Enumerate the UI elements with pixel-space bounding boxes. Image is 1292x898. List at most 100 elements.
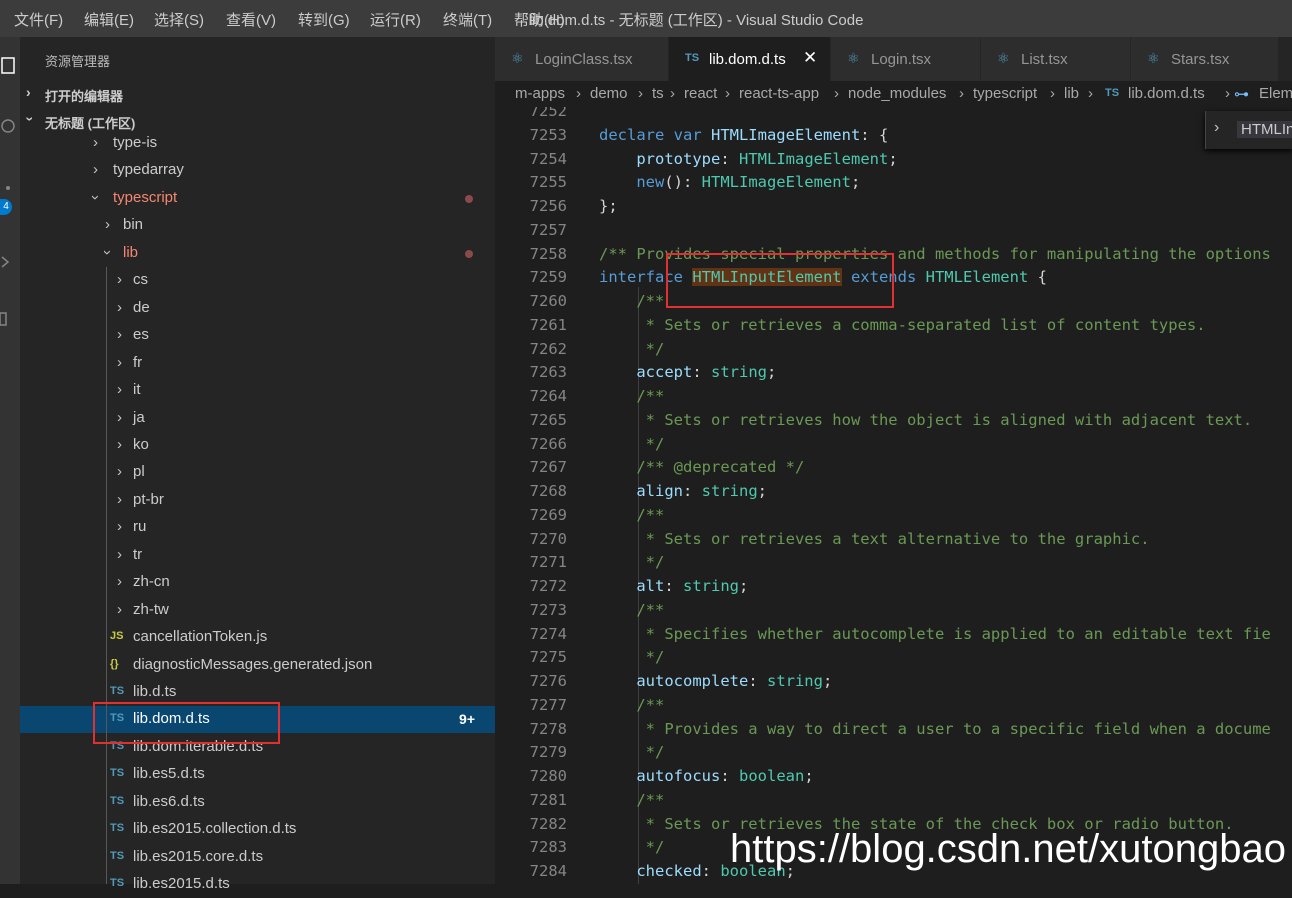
json-file-icon: {} [110,657,119,670]
tree-item[interactable]: › pl [20,459,495,486]
watermark: https://blog.csdn.net/xutongbao [730,827,1286,871]
tree-item[interactable]: › zh-cn [20,569,495,596]
code-line: 7254 prototype: HTMLImageElement; [495,147,1292,171]
code-token: * Sets or retrieves a text alternative t… [599,529,1150,548]
chevron-right-icon: › [725,85,730,102]
tab-label: List.tsx [1021,51,1068,68]
tab-list-tsx[interactable]: ⚛ List.tsx [981,37,1131,81]
tree-item[interactable]: › ru [20,514,495,541]
code-editor[interactable]: 7252 7253 declare var HTMLImageElement: { 7… [495,107,1292,884]
code-line: 7257 [495,218,1292,242]
code-token: */ [599,339,665,358]
tree-item[interactable]: JS cancellationToken.js [20,624,495,651]
code-token: /** [599,505,665,524]
chevron-right-icon: › [93,161,98,179]
code-token: */ [599,553,665,572]
tree-item[interactable]: › typescript [20,185,495,212]
breadcrumb-item[interactable]: react [684,85,717,102]
tab-lib-dom-d-ts[interactable]: TS lib.dom.d.ts ✕ [669,37,831,81]
code-text: /** [599,696,664,714]
tab-loginclass-tsx[interactable]: ⚛ LoginClass.tsx [495,37,669,81]
tab-stars-tsx[interactable]: ⚛ Stars.tsx [1131,37,1279,81]
tree-item[interactable]: TS lib.es2015.collection.d.ts [20,816,495,843]
tree-item[interactable]: › de [20,295,495,322]
typescript-file-icon: TS [1105,87,1120,99]
files-icon[interactable] [0,55,20,75]
code-token: : [748,672,767,690]
breadcrumb-item[interactable]: lib.dom.d.ts [1128,85,1205,102]
line-number: 7274 [529,624,567,643]
code-text: autocomplete: string; [599,672,832,690]
code-token: /** [599,292,665,310]
breadcrumb-item[interactable]: Elem [1259,85,1292,102]
line-number: 7265 [529,410,567,429]
tree-item[interactable]: › tr [20,542,495,569]
tree-item[interactable]: › pt-br [20,487,495,514]
code-token: string [766,672,823,690]
tree-item[interactable]: › ja [20,405,495,432]
breadcrumb-item[interactable]: demo [590,85,628,102]
tree-item[interactable]: › bin [20,212,495,239]
tree-item[interactable]: › fr [20,350,495,377]
tree-item[interactable]: TS lib.es2015.d.ts [20,871,495,898]
tree-item[interactable]: TS lib.es5.d.ts [20,761,495,788]
editor-tab-bar: ⚛ LoginClass.tsx TS lib.dom.d.ts ✕ ⚛ Login.tsx… [495,37,1292,81]
search-icon[interactable] [0,117,20,137]
code-token: ; [888,149,898,168]
code-token: : [720,767,739,785]
line-number: 7252 [529,107,567,120]
tree-item[interactable]: › ko [20,432,495,459]
breadcrumb-item[interactable]: ts [652,85,664,102]
line-number: 7253 [529,125,567,144]
code-token: ; [739,577,749,595]
run-debug-icon[interactable] [0,252,20,272]
open-editors-header[interactable]: › 打开的编辑器 [20,81,495,107]
react-icon: ⚛ [847,50,860,66]
tree-item-label: lib.es2015.core.d.ts [133,847,264,865]
code-token: (): [664,173,702,192]
tree-item[interactable]: › it [20,377,495,404]
code-token: : [701,862,721,880]
tab-login-tsx[interactable]: ⚛ Login.tsx [831,37,981,81]
code-text: * Specifies whether autocomplete is appl… [599,625,1271,643]
tree-item[interactable]: › type-is [20,130,495,157]
breadcrumb-item[interactable]: lib [1064,85,1079,102]
tree-item[interactable]: › zh-tw [20,597,495,624]
breadcrumb-item[interactable]: react-ts-app [739,85,819,102]
tree-item-label: type-is [113,134,158,151]
problem-count-badge: 9+ [459,711,475,728]
code-text: new(): HTMLImageElement; [599,173,860,191]
line-number: 7275 [529,648,567,667]
tree-item[interactable]: TS lib.es2015.core.d.ts [20,844,495,871]
code-token: alt [636,577,665,595]
close-icon[interactable]: ✕ [803,48,817,68]
line-number: 7276 [529,672,567,690]
chevron-right-icon: › [117,600,122,618]
tree-item[interactable]: TS lib.es6.d.ts [20,789,495,816]
breadcrumb-item[interactable]: typescript [973,85,1037,102]
breadcrumb-item[interactable]: m-apps [515,85,565,102]
symbol-peek[interactable]: › HTMLIn [1205,111,1292,149]
breadcrumb-item[interactable]: node_modules [848,85,946,102]
line-number: 7255 [529,173,567,192]
tree-item[interactable]: › typedarray [20,157,495,184]
code-text: /** [599,506,664,524]
code-line: 7262 */ [495,337,1292,361]
chevron-right-icon: › [26,84,31,100]
tree-item[interactable]: {} diagnosticMessages.generated.json [20,652,495,679]
tree-item-label: ru [133,518,147,536]
extensions-icon[interactable] [0,310,20,330]
code-token: ; [757,482,768,500]
tree-item-label: de [133,298,150,316]
chevron-right-icon: › [117,271,122,289]
code-text: declare var HTMLImageElement: { [599,126,888,144]
tree-item[interactable]: › es [20,322,495,349]
tree-item[interactable]: › cs [20,267,495,294]
tree-item[interactable]: › lib [20,240,495,267]
tree-item-label: lib.es2015.collection.d.ts [133,820,297,838]
